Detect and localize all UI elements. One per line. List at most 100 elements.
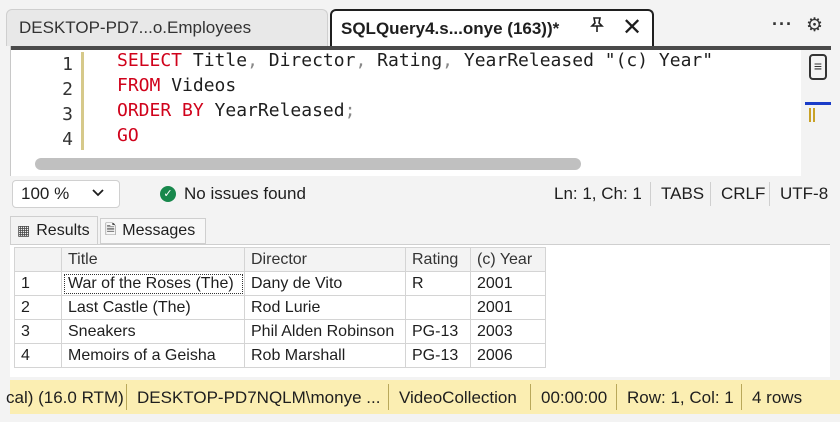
line-number: 2 bbox=[62, 79, 73, 100]
issues-status[interactable]: No issues found bbox=[184, 184, 306, 204]
vertical-scroll-region[interactable]: ≡ bbox=[801, 50, 831, 176]
results-tab-strip: ▦ Results 🗎 Messages bbox=[10, 216, 830, 244]
tab-sqlquery4[interactable]: SQLQuery4.s...onye (163))* ✕ bbox=[330, 9, 654, 46]
grid-cell[interactable]: R bbox=[405, 271, 471, 296]
sql-keyword: FROM bbox=[117, 75, 161, 96]
row-number[interactable]: 1 bbox=[14, 271, 62, 296]
grid-cell[interactable] bbox=[405, 295, 471, 320]
sql-keyword: ORDER BY bbox=[117, 100, 204, 121]
line-number: 1 bbox=[62, 54, 73, 75]
column-header[interactable]: Director bbox=[244, 247, 406, 272]
code-line-1[interactable]: SELECT Title, Director, Rating, YearRele… bbox=[117, 50, 713, 71]
grid-cell[interactable]: Phil Alden Robinson bbox=[244, 319, 406, 344]
column-header[interactable]: Title bbox=[61, 247, 245, 272]
more-options-icon[interactable]: ··· bbox=[772, 14, 793, 35]
sql-token: Rating bbox=[377, 50, 443, 71]
table-row: 3 Sneakers Phil Alden Robinson PG-13 200… bbox=[14, 319, 546, 344]
tab-messages-label: Messages bbox=[122, 222, 196, 239]
tab-messages[interactable]: 🗎 Messages bbox=[100, 218, 206, 244]
cursor-position[interactable]: Ln: 1, Ch: 1 bbox=[554, 184, 642, 204]
grid-cell[interactable]: Last Castle (The) bbox=[61, 295, 245, 320]
sql-token: YearReleased "(c) Year" bbox=[463, 50, 714, 71]
divider bbox=[616, 384, 617, 410]
grid-cell[interactable]: Dany de Vito bbox=[244, 271, 406, 296]
grid-cell[interactable]: Sneakers bbox=[61, 319, 245, 344]
table-row: 4 Memoirs of a Geisha Rob Marshall PG-13… bbox=[14, 343, 546, 368]
grid-cell[interactable]: 2001 bbox=[470, 295, 546, 320]
split-editor-icon[interactable]: ≡ bbox=[809, 54, 827, 80]
sql-keyword: GO bbox=[117, 125, 139, 146]
table-row: 1 War of the Roses (The) Dany de Vito R … bbox=[14, 271, 546, 296]
pin-icon[interactable] bbox=[588, 16, 606, 39]
sql-token: Videos bbox=[171, 75, 237, 96]
grid-icon: ▦ bbox=[17, 222, 31, 238]
grid-cell[interactable]: 2001 bbox=[470, 271, 546, 296]
grid-position: Row: 1, Col: 1 bbox=[627, 388, 734, 407]
sql-punct: , bbox=[355, 50, 367, 71]
row-number[interactable]: 2 bbox=[14, 295, 62, 320]
divider bbox=[126, 384, 127, 410]
row-number[interactable]: 3 bbox=[14, 319, 62, 344]
tab-employees-query[interactable]: DESKTOP-PD7...o.Employees bbox=[6, 9, 328, 46]
grid-cell[interactable]: Rod Lurie bbox=[244, 295, 406, 320]
server-version: cal) (16.0 RTM) bbox=[6, 388, 124, 407]
code-line-2[interactable]: FROM Videos bbox=[117, 75, 236, 96]
grid-cell[interactable]: 2006 bbox=[470, 343, 546, 368]
line-number: 3 bbox=[62, 104, 73, 125]
check-circle-icon: ✓ bbox=[160, 186, 176, 202]
sql-punct: ; bbox=[344, 100, 356, 121]
horizontal-scrollbar[interactable] bbox=[35, 158, 581, 170]
grid-cell[interactable]: PG-13 bbox=[405, 319, 471, 344]
divider bbox=[530, 384, 531, 410]
change-overview-marker bbox=[809, 108, 815, 122]
row-count: 4 rows bbox=[752, 388, 803, 407]
divider bbox=[650, 182, 651, 206]
query-editor[interactable]: 1 2 3 4 SELECT Title, Director, Rating, … bbox=[10, 46, 831, 176]
grid-cell[interactable]: Memoirs of a Geisha bbox=[61, 343, 245, 368]
database-name: VideoCollection bbox=[399, 388, 517, 407]
sql-token: Director bbox=[268, 50, 356, 71]
code-line-3[interactable]: ORDER BY YearReleased; bbox=[117, 100, 355, 121]
tab-sqlquery4-label: SQLQuery4.s...onye (163))* bbox=[341, 18, 560, 38]
close-tab-icon[interactable]: ✕ bbox=[622, 13, 642, 42]
divider bbox=[741, 384, 742, 410]
encoding[interactable]: UTF-8 bbox=[780, 184, 828, 204]
tab-employees-label: DESKTOP-PD7...o.Employees bbox=[19, 18, 252, 37]
line-number-gutter: 1 2 3 4 bbox=[11, 50, 77, 160]
sql-token: YearReleased bbox=[214, 100, 345, 121]
chevron-down-icon bbox=[91, 185, 105, 204]
grid-cell[interactable]: War of the Roses (The) bbox=[61, 271, 245, 296]
tab-results-label: Results bbox=[36, 221, 90, 239]
grid-header-row: Title Director Rating (c) Year bbox=[14, 247, 546, 272]
line-number: 4 bbox=[62, 129, 73, 150]
zoom-dropdown[interactable]: 100 % bbox=[12, 180, 120, 208]
zoom-value: 100 % bbox=[21, 184, 70, 203]
line-ending[interactable]: CRLF bbox=[721, 184, 765, 204]
elapsed-time: 00:00:00 bbox=[541, 388, 608, 407]
divider bbox=[769, 182, 770, 206]
results-grid: Title Director Rating (c) Year 1 War of … bbox=[14, 247, 546, 368]
editor-status-strip: 100 % ✓ No issues found Ln: 1, Ch: 1 TAB… bbox=[10, 176, 830, 212]
row-number-header[interactable] bbox=[14, 247, 62, 272]
grid-cell[interactable]: 2003 bbox=[470, 319, 546, 344]
sql-punct: , bbox=[247, 50, 258, 71]
sql-keyword: SELECT bbox=[117, 50, 183, 71]
row-number[interactable]: 4 bbox=[14, 343, 62, 368]
change-marker bbox=[81, 52, 84, 150]
results-grid-pane: Title Director Rating (c) Year 1 War of … bbox=[10, 244, 830, 377]
gear-icon[interactable]: ⚙ bbox=[806, 14, 823, 37]
column-header[interactable]: (c) Year bbox=[470, 247, 546, 272]
document-tab-strip: DESKTOP-PD7...o.Employees SQLQuery4.s...… bbox=[0, 0, 840, 46]
indentation-mode[interactable]: TABS bbox=[661, 184, 704, 204]
column-header[interactable]: Rating bbox=[405, 247, 471, 272]
connection-info: DESKTOP-PD7NQLM\monye ... bbox=[137, 388, 381, 407]
divider bbox=[710, 182, 711, 206]
grid-cell[interactable]: PG-13 bbox=[405, 343, 471, 368]
query-status-bar: cal) (16.0 RTM) DESKTOP-PD7NQLM\monye ..… bbox=[6, 380, 840, 414]
grid-cell[interactable]: Rob Marshall bbox=[244, 343, 406, 368]
divider bbox=[388, 384, 389, 410]
code-line-4[interactable]: GO bbox=[117, 125, 139, 146]
table-row: 2 Last Castle (The) Rod Lurie 2001 bbox=[14, 295, 546, 320]
sql-token: Title bbox=[192, 50, 248, 71]
tab-results[interactable]: ▦ Results bbox=[10, 216, 98, 244]
